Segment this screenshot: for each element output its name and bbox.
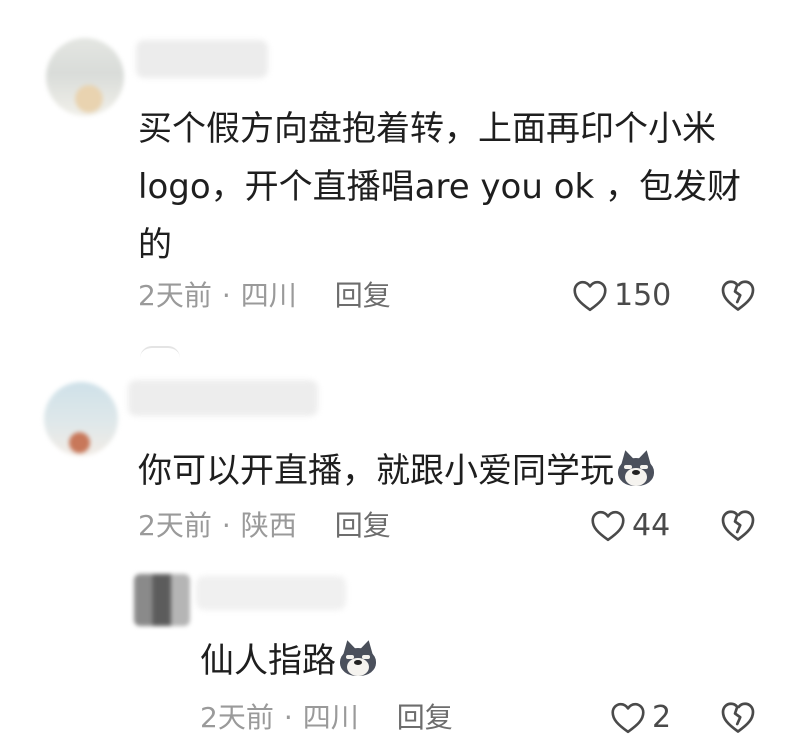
broken-heart-icon[interactable] [720, 700, 756, 736]
broken-heart-icon[interactable] [720, 508, 756, 544]
reply-button[interactable]: 回复 [397, 701, 453, 734]
comment-meta: 2天前 · 陕西 回复 [138, 506, 391, 546]
like-button[interactable]: 44 [590, 506, 670, 546]
like-button[interactable]: 150 [572, 276, 671, 316]
username-blurred[interactable] [136, 40, 268, 78]
like-count: 2 [652, 700, 672, 735]
reply-button[interactable]: 回复 [335, 509, 391, 542]
broken-heart-icon[interactable] [720, 278, 756, 314]
meta-separator: · [221, 509, 231, 542]
avatar[interactable] [44, 382, 118, 456]
avatar[interactable] [134, 574, 190, 626]
comment-text-body: 仙人指路 [200, 641, 336, 681]
comment-time: 2天前 [138, 509, 212, 542]
divider-ghost [140, 346, 180, 358]
comment-text-body: 你可以开直播，就跟小爱同学玩 [138, 451, 614, 491]
comment-meta: 2天前 · 四川 回复 [200, 698, 453, 738]
reply-button[interactable]: 回复 [335, 279, 391, 312]
wolf-emoji-icon [338, 638, 378, 678]
comment-text: 你可以开直播，就跟小爱同学玩 [138, 442, 758, 500]
meta-separator: · [283, 701, 293, 734]
comment-time: 2天前 [200, 701, 274, 734]
like-count: 44 [632, 508, 671, 543]
comment-text: 买个假方向盘抱着转，上面再印个小米logo，开个直播唱are you ok ，包… [138, 109, 742, 265]
comment-text: 仙人指路 [200, 632, 760, 690]
comment-time: 2天前 [138, 279, 212, 312]
comment-meta: 2天前 · 四川 回复 [138, 276, 391, 316]
avatar[interactable] [46, 38, 124, 116]
wolf-emoji-icon [616, 448, 656, 488]
comment-location: 陕西 [240, 509, 297, 542]
heart-outline-icon [611, 702, 645, 734]
comment-location: 四川 [240, 279, 297, 312]
username-blurred[interactable] [196, 576, 346, 610]
like-button[interactable]: 2 [610, 698, 671, 738]
heart-outline-icon [591, 510, 625, 542]
comment-location: 四川 [302, 701, 359, 734]
heart-outline-icon [573, 280, 607, 312]
like-count: 150 [614, 278, 672, 313]
meta-separator: · [221, 279, 231, 312]
username-blurred[interactable] [128, 380, 318, 416]
